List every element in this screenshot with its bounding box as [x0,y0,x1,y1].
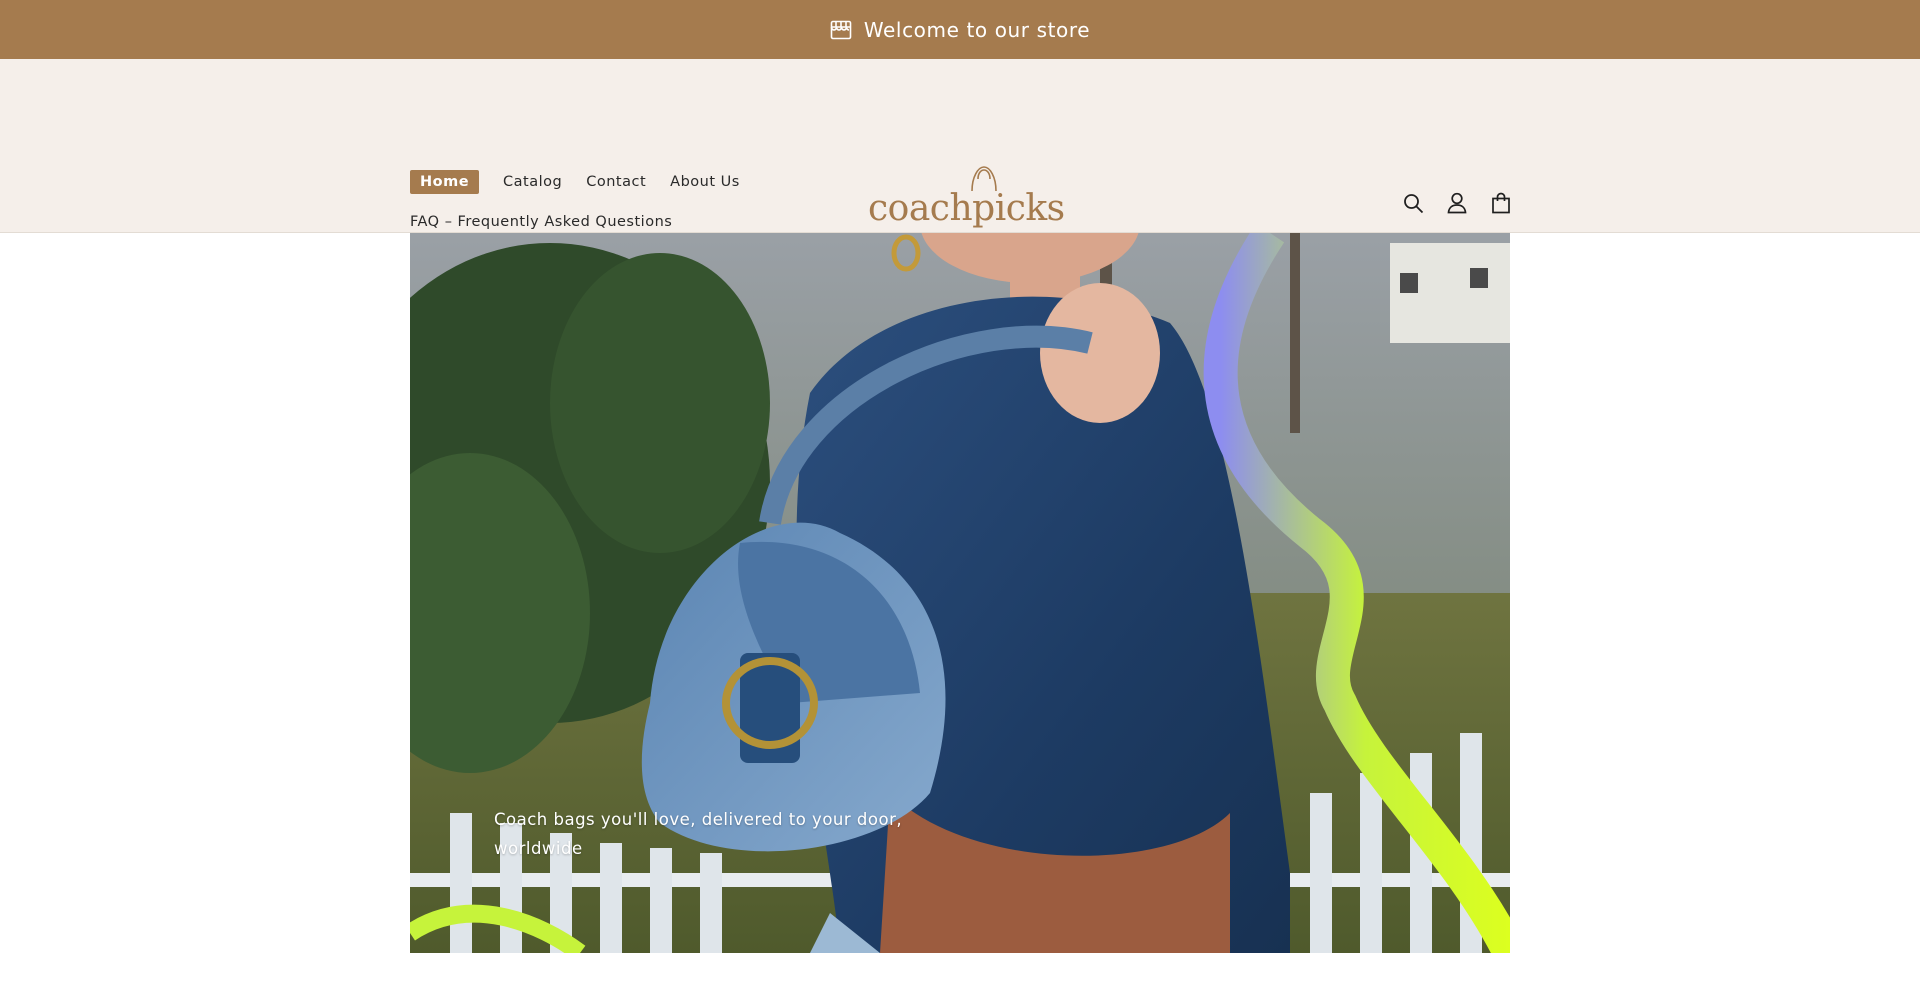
cart-icon[interactable] [1490,191,1512,215]
nav-item-faq[interactable]: FAQ – Frequently Asked Questions [410,214,672,230]
nav-item-catalog[interactable]: Catalog [503,174,562,190]
nav-item-about-us[interactable]: About Us [670,174,740,190]
hero-caption: Coach bags you'll love, delivered to you… [494,810,903,858]
site-header: Home Catalog Contact About Us FAQ – Freq… [0,59,1920,233]
search-icon[interactable] [1402,191,1424,215]
hero-banner: Coach bags you'll love, delivered to you… [410,233,1510,953]
store-logo[interactable]: coachpicks [868,163,1065,227]
account-icon[interactable] [1446,191,1468,215]
announcement-text: Welcome to our store [863,17,1091,42]
header-actions [1402,191,1512,215]
announcement-bar: Welcome to our store [0,0,1920,59]
main-nav: Home Catalog Contact About Us FAQ – Freq… [410,170,830,230]
store-icon [830,20,852,40]
logo-text: coachpicks [868,188,1065,229]
nav-item-contact[interactable]: Contact [586,174,646,190]
nav-item-home[interactable]: Home [410,170,480,194]
